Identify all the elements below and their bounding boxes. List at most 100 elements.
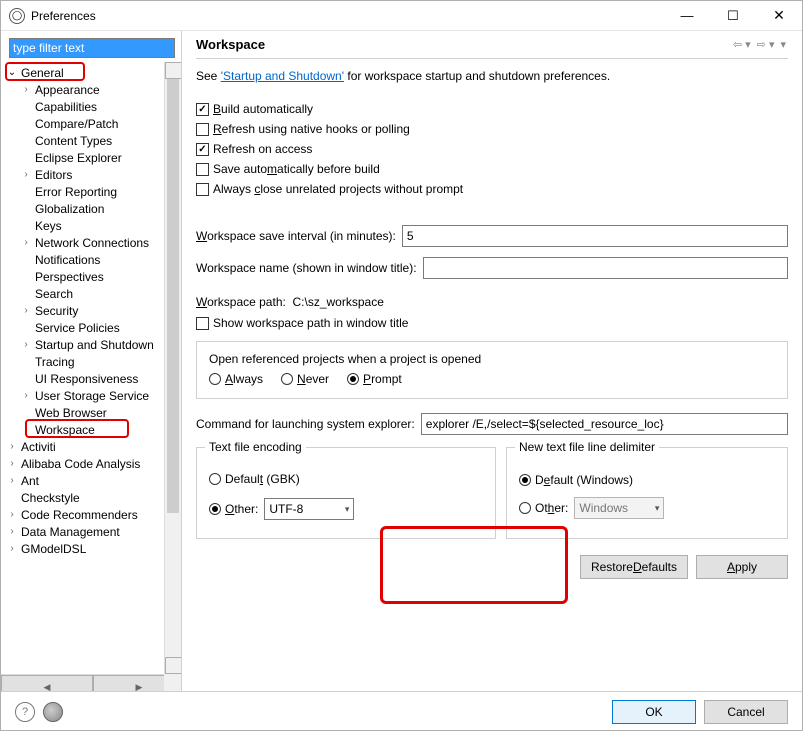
delimiter-other-radio[interactable]: Other: (519, 501, 568, 515)
tree-item[interactable]: ›Code Recommenders (1, 506, 181, 523)
minimize-button[interactable]: — (664, 1, 710, 31)
tree-expand-icon[interactable]: ⌄ (5, 67, 19, 78)
encoding-default-radio[interactable]: Default (GBK) (209, 472, 300, 486)
ok-button[interactable]: OK (612, 700, 696, 724)
nav-menu-icon[interactable]: ▾ (778, 38, 788, 51)
tree-item[interactable]: Perspectives (1, 268, 181, 285)
refresh-hooks-checkbox[interactable] (196, 123, 209, 136)
scroll-thumb[interactable] (167, 79, 179, 513)
scroll-left-icon[interactable]: ◀ (1, 675, 93, 691)
delimiter-other-combo: Windows ▾ (574, 497, 664, 519)
preferences-tree[interactable]: ⌄General›AppearanceCapabilitiesCompare/P… (1, 62, 181, 557)
tree-item[interactable]: UI Responsiveness (1, 370, 181, 387)
save-before-build-checkbox[interactable] (196, 163, 209, 176)
workspace-name-input[interactable] (423, 257, 788, 279)
open-ref-always[interactable]: Always (209, 372, 263, 386)
import-export-icon[interactable] (43, 702, 63, 722)
help-icon[interactable]: ? (15, 702, 35, 722)
tree-item-label: Notifications (33, 253, 100, 267)
intro-text: See 'Startup and Shutdown' for workspace… (196, 69, 788, 83)
cancel-button[interactable]: Cancel (704, 700, 788, 724)
tree-item[interactable]: ›Appearance (1, 81, 181, 98)
tree-item[interactable]: Capabilities (1, 98, 181, 115)
tree-item[interactable]: ›Startup and Shutdown (1, 336, 181, 353)
close-unrelated-label: Always close unrelated projects without … (213, 182, 463, 196)
save-interval-input[interactable] (402, 225, 788, 247)
encoding-other-combo[interactable]: UTF-8 ▾ (264, 498, 354, 520)
save-before-build-label: Save automatically before build (213, 162, 380, 176)
cmd-explorer-label: Command for launching system explorer: (196, 417, 415, 431)
tree-expand-icon[interactable]: › (5, 526, 19, 537)
tree-expand-icon[interactable]: › (5, 441, 19, 452)
tree-item[interactable]: ›Data Management (1, 523, 181, 540)
open-ref-prompt[interactable]: Prompt (347, 372, 402, 386)
tree-item[interactable]: Compare/Patch (1, 115, 181, 132)
close-button[interactable]: ✕ (756, 1, 802, 31)
open-ref-never[interactable]: Never (281, 372, 329, 386)
cmd-explorer-input[interactable] (421, 413, 788, 435)
startup-shutdown-link[interactable]: 'Startup and Shutdown' (221, 69, 344, 83)
tree-item[interactable]: Service Policies (1, 319, 181, 336)
tree-item[interactable]: ⌄General (1, 64, 181, 81)
tree-expand-icon[interactable]: › (5, 543, 19, 554)
tree-item-label: Web Browser (33, 406, 107, 420)
tree-item[interactable]: ›Network Connections (1, 234, 181, 251)
tree-horizontal-scrollbar[interactable]: ◀ ▶ (1, 674, 164, 691)
tree-expand-icon[interactable]: › (5, 509, 19, 520)
tree-item[interactable]: Keys (1, 217, 181, 234)
line-delimiter-title: New text file line delimiter (515, 440, 659, 454)
workspace-path-value: C:\sz_workspace (293, 295, 384, 309)
tree-expand-icon[interactable]: › (19, 169, 33, 180)
tree-item[interactable]: Error Reporting (1, 183, 181, 200)
tree-item[interactable]: ›Security (1, 302, 181, 319)
tree-expand-icon[interactable]: › (5, 458, 19, 469)
tree-vertical-scrollbar[interactable]: ▲ ▼ (164, 62, 181, 674)
tree-item-label: Alibaba Code Analysis (19, 457, 140, 471)
tree-expand-icon[interactable]: › (19, 390, 33, 401)
tree-item-label: Tracing (33, 355, 75, 369)
build-automatically-checkbox[interactable] (196, 103, 209, 116)
scroll-down-icon[interactable]: ▼ (165, 657, 181, 674)
close-unrelated-checkbox[interactable] (196, 183, 209, 196)
tree-item[interactable]: Search (1, 285, 181, 302)
tree-item[interactable]: Globalization (1, 200, 181, 217)
tree-item[interactable]: Web Browser (1, 404, 181, 421)
page-nav: ⇦ ▾ ⇨ ▾ ▾ (731, 38, 788, 51)
scroll-up-icon[interactable]: ▲ (165, 62, 181, 79)
tree-item[interactable]: Content Types (1, 132, 181, 149)
tree-item[interactable]: ›User Storage Service (1, 387, 181, 404)
delimiter-default-radio[interactable]: Default (Windows) (519, 473, 633, 487)
filter-input[interactable] (9, 38, 175, 58)
encoding-other-radio[interactable]: Other: (209, 502, 258, 516)
tree-item[interactable]: ›GModelDSL (1, 540, 181, 557)
nav-forward-icon[interactable]: ⇨ ▾ (755, 38, 777, 51)
text-encoding-group: Text file encoding Default (GBK) Other: … (196, 447, 496, 539)
tree-expand-icon[interactable]: › (19, 305, 33, 316)
build-automatically-label: Build automatically (213, 102, 313, 116)
show-ws-path-checkbox[interactable] (196, 317, 209, 330)
tree-item[interactable]: Eclipse Explorer (1, 149, 181, 166)
restore-defaults-button[interactable]: Restore Defaults (580, 555, 688, 579)
nav-back-icon[interactable]: ⇦ ▾ (731, 38, 753, 51)
tree-item[interactable]: Notifications (1, 251, 181, 268)
preferences-tree-panel: ⌄General›AppearanceCapabilitiesCompare/P… (1, 31, 182, 691)
tree-item[interactable]: ›Activiti (1, 438, 181, 455)
tree-item[interactable]: ›Editors (1, 166, 181, 183)
tree-expand-icon[interactable]: › (19, 237, 33, 248)
maximize-button[interactable]: ☐ (710, 1, 756, 31)
refresh-access-checkbox[interactable] (196, 143, 209, 156)
tree-expand-icon[interactable]: › (19, 339, 33, 350)
tree-item-label: Globalization (33, 202, 104, 216)
tree-item[interactable]: ›Workspace (1, 421, 181, 438)
tree-expand-icon[interactable]: › (19, 84, 33, 95)
page-title: Workspace (196, 37, 265, 52)
show-ws-path-label: Show workspace path in window title (213, 316, 408, 330)
tree-item[interactable]: Checkstyle (1, 489, 181, 506)
tree-expand-icon[interactable]: › (19, 424, 33, 435)
tree-item[interactable]: ›Alibaba Code Analysis (1, 455, 181, 472)
tree-item[interactable]: ›Ant (1, 472, 181, 489)
tree-expand-icon[interactable]: › (5, 475, 19, 486)
tree-item[interactable]: Tracing (1, 353, 181, 370)
apply-button[interactable]: Apply (696, 555, 788, 579)
tree-item-label: Data Management (19, 525, 120, 539)
